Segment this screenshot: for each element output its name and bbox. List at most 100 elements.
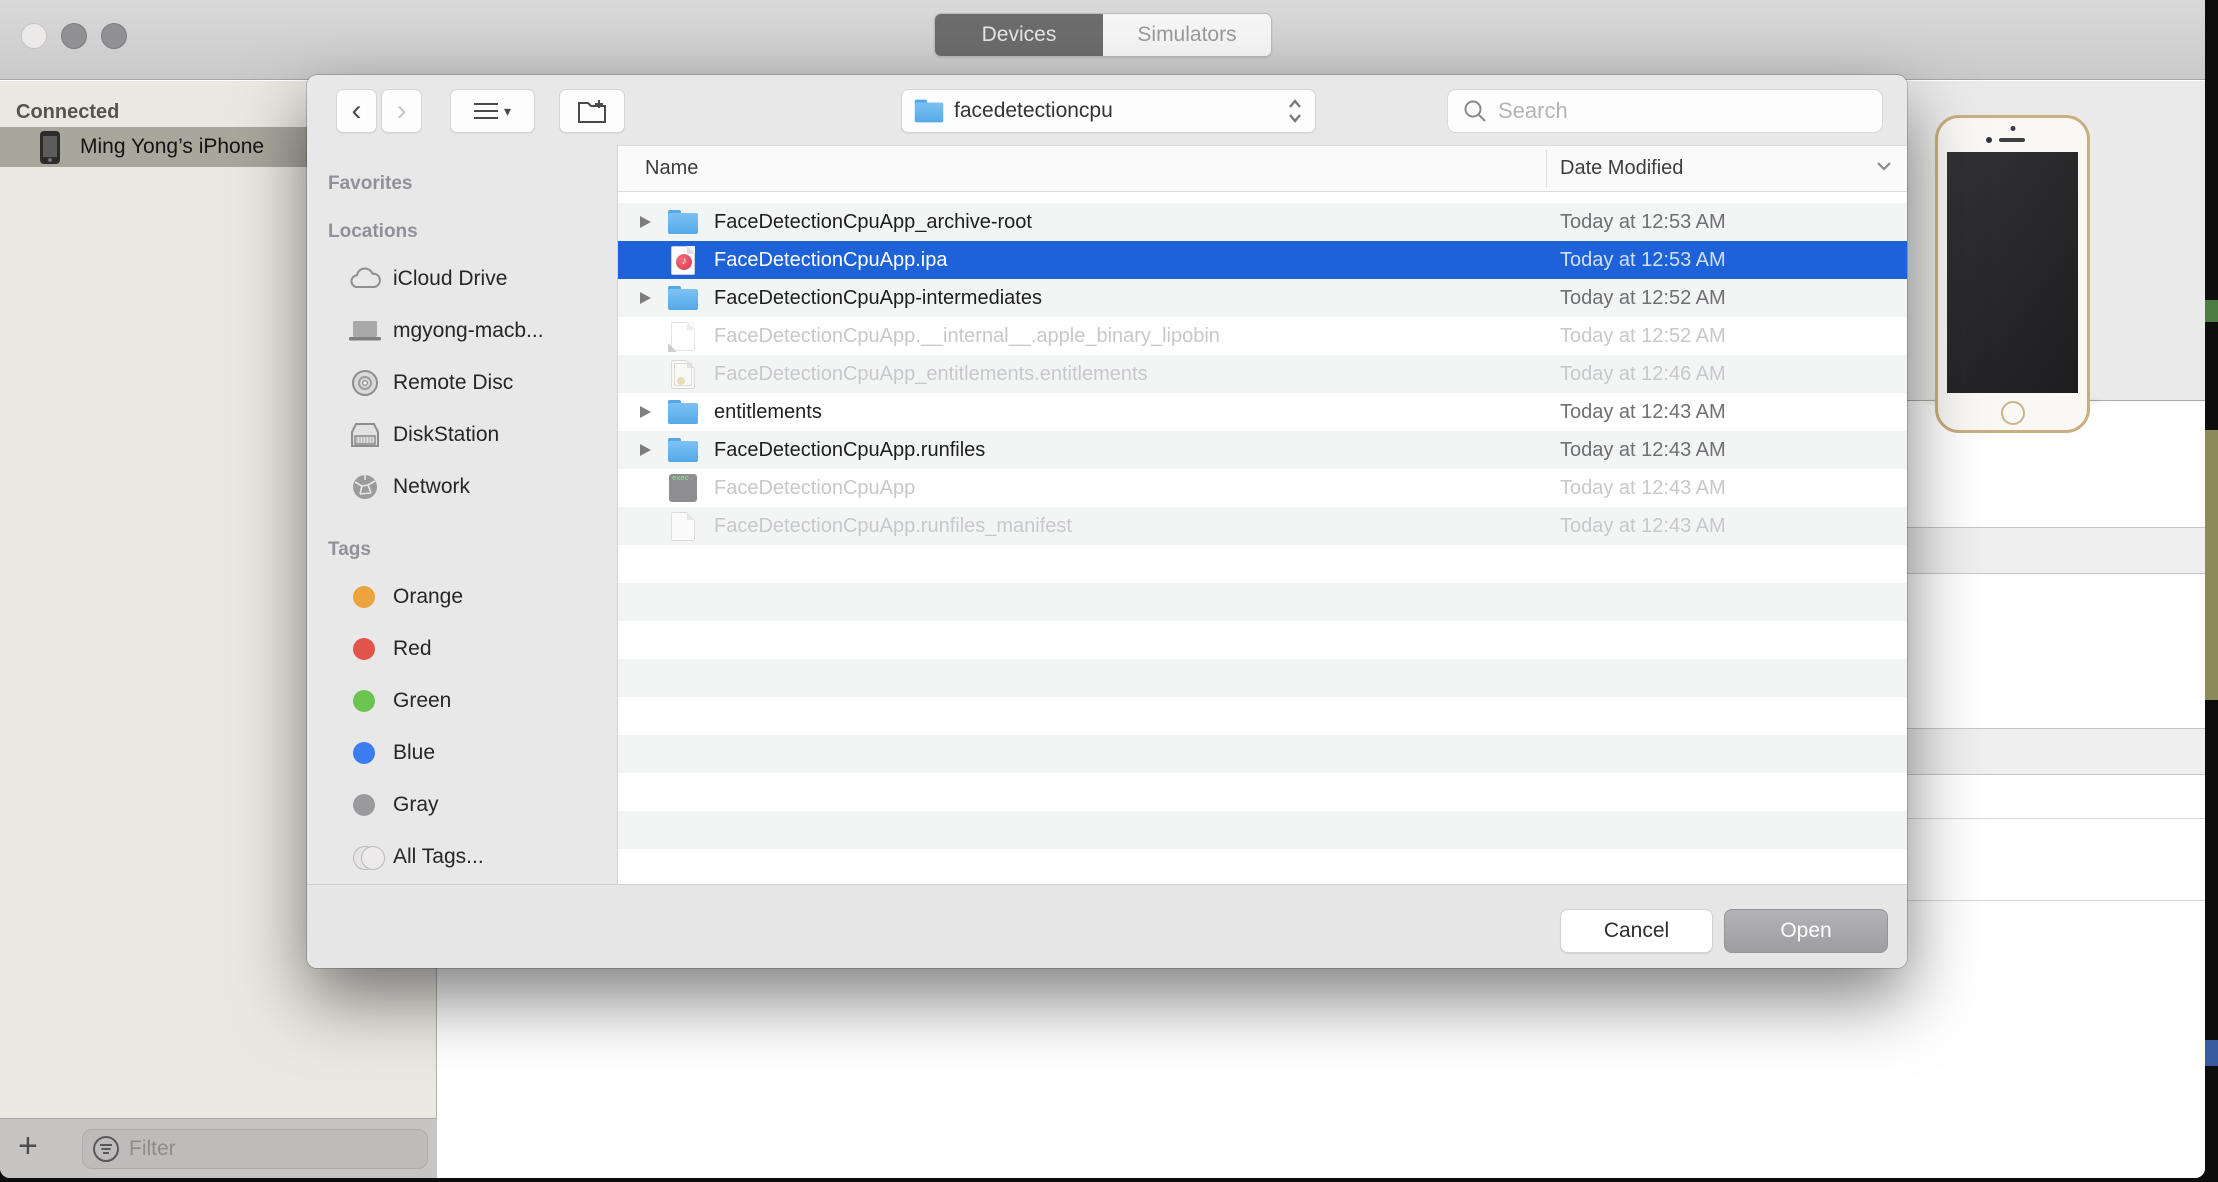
- chevron-right-icon: ›: [397, 96, 407, 126]
- file-name: FaceDetectionCpuApp: [714, 477, 915, 500]
- tab-devices[interactable]: Devices: [935, 14, 1103, 56]
- current-folder-dropdown[interactable]: facedetectioncpu: [901, 89, 1316, 133]
- file-date: Today at 12:43 AM: [1560, 401, 1726, 424]
- section-band: [1880, 728, 2205, 775]
- document-icon: [666, 511, 700, 541]
- filter-placeholder: Filter: [129, 1137, 176, 1161]
- disclosure-triangle-icon[interactable]: [640, 216, 651, 228]
- zoom-window-icon[interactable]: [101, 23, 127, 49]
- tag-label: Blue: [393, 741, 435, 765]
- folder-icon: [666, 207, 700, 237]
- locations-section-label: Locations: [328, 221, 617, 243]
- file-row-ipa-selected[interactable]: FaceDetectionCpuApp.ipa Today at 12:53 A…: [618, 241, 1907, 279]
- sidebar-tag-red[interactable]: Red: [307, 623, 617, 675]
- search-placeholder: Search: [1498, 98, 1568, 124]
- file-date: Today at 12:53 AM: [1560, 249, 1726, 272]
- sidebar-item-icloud-drive[interactable]: iCloud Drive: [307, 253, 617, 305]
- file-row-entitlements-folder[interactable]: entitlements Today at 12:43 AM: [618, 393, 1907, 431]
- sidebar-item-label: mgyong-macb...: [393, 319, 544, 343]
- chevron-left-icon: ‹: [352, 96, 362, 126]
- tag-label: Orange: [393, 585, 463, 609]
- binary-file-icon: [666, 321, 700, 351]
- list-header: Name Date Modified: [618, 145, 1907, 192]
- remote-disc-icon: [345, 366, 385, 400]
- tag-label: Gray: [393, 793, 439, 817]
- iphone-home-button: [2001, 401, 2025, 425]
- device-name-label: Ming Yong’s iPhone: [80, 127, 264, 167]
- current-folder-name: facedetectioncpu: [954, 99, 1113, 123]
- sidebar-item-network[interactable]: Network: [307, 461, 617, 513]
- sort-direction-icon[interactable]: [1875, 160, 1893, 172]
- sidebar-tag-green[interactable]: Green: [307, 675, 617, 727]
- file-row-runfiles-manifest: FaceDetectionCpuApp.runfiles_manifest To…: [618, 507, 1907, 545]
- file-date: Today at 12:43 AM: [1560, 439, 1726, 462]
- sidebar-item-label: Network: [393, 475, 470, 499]
- iphone-speaker: [1999, 138, 2025, 142]
- close-window-icon[interactable]: [21, 23, 47, 49]
- folder-icon: [915, 100, 944, 123]
- file-date: Today at 12:53 AM: [1560, 211, 1726, 234]
- sidebar-tag-blue[interactable]: Blue: [307, 727, 617, 779]
- minimize-window-icon[interactable]: [61, 23, 87, 49]
- disclosure-triangle-icon[interactable]: [640, 444, 651, 456]
- new-folder-button[interactable]: [559, 89, 625, 133]
- dialog-footer: Cancel Open: [307, 884, 1907, 968]
- sidebar-bottom-bar: + Filter: [0, 1118, 437, 1178]
- view-options-button[interactable]: ▾: [450, 89, 535, 133]
- file-date: Today at 12:43 AM: [1560, 477, 1726, 500]
- list-view-icon: [474, 98, 498, 124]
- diskstation-icon: [345, 418, 385, 452]
- filter-input[interactable]: Filter: [82, 1129, 428, 1169]
- column-header-date-modified[interactable]: Date Modified: [1560, 146, 1683, 191]
- sidebar-tag-gray[interactable]: Gray: [307, 779, 617, 831]
- red-tag-icon: [353, 638, 375, 660]
- tag-label: Green: [393, 689, 451, 713]
- sidebar-item-diskstation[interactable]: DiskStation: [307, 409, 617, 461]
- sidebar-all-tags[interactable]: All Tags...: [307, 831, 617, 883]
- devices-window: Devices Simulators Connected Ming Yong’s…: [0, 0, 2205, 1178]
- unix-executable-icon: [666, 473, 700, 503]
- forward-button[interactable]: ›: [381, 89, 422, 133]
- cancel-button[interactable]: Cancel: [1560, 909, 1713, 953]
- sidebar-tag-orange[interactable]: Orange: [307, 571, 617, 623]
- tab-simulators[interactable]: Simulators: [1103, 14, 1271, 56]
- sidebar-item-label: DiskStation: [393, 423, 499, 447]
- file-row-lipobin: FaceDetectionCpuApp.__internal__.apple_b…: [618, 317, 1907, 355]
- dialog-toolbar: ‹ › ▾ facedetectioncpu: [307, 75, 1907, 145]
- green-tag-icon: [353, 690, 375, 712]
- file-name: FaceDetectionCpuApp-intermediates: [714, 287, 1042, 310]
- title-bar[interactable]: Devices Simulators: [0, 0, 2205, 80]
- file-name: entitlements: [714, 401, 822, 424]
- network-globe-icon: [345, 470, 385, 504]
- sidebar-item-remote-disc[interactable]: Remote Disc: [307, 357, 617, 409]
- gray-tag-icon: [353, 794, 375, 816]
- laptop-icon: [345, 314, 385, 348]
- empty-row: [618, 811, 1907, 849]
- column-header-name[interactable]: Name: [645, 146, 698, 191]
- folder-icon: [666, 283, 700, 313]
- disclosure-triangle-icon[interactable]: [640, 406, 651, 418]
- file-row-runfiles-folder[interactable]: FaceDetectionCpuApp.runfiles Today at 12…: [618, 431, 1907, 469]
- file-row-archive-root[interactable]: FaceDetectionCpuApp_archive-root Today a…: [618, 203, 1907, 241]
- all-tags-icon: [353, 846, 383, 868]
- file-row-intermediates[interactable]: FaceDetectionCpuApp-intermediates Today …: [618, 279, 1907, 317]
- open-button[interactable]: Open: [1724, 909, 1888, 953]
- empty-row: [618, 773, 1907, 811]
- column-divider[interactable]: [1546, 150, 1547, 188]
- search-input[interactable]: Search: [1447, 89, 1883, 133]
- iphone-camera-dot: [2010, 126, 2015, 131]
- section-band: [1880, 527, 2205, 574]
- connected-section-label: Connected: [16, 101, 119, 124]
- iphone-screen: [1947, 152, 2078, 393]
- file-date: Today at 12:52 AM: [1560, 325, 1726, 348]
- sidebar-item-mgyong-macbook[interactable]: mgyong-macb...: [307, 305, 617, 357]
- back-button[interactable]: ‹: [336, 89, 377, 133]
- disclosure-triangle-icon[interactable]: [640, 292, 651, 304]
- empty-row: [618, 735, 1907, 773]
- orange-tag-icon: [353, 586, 375, 608]
- folder-icon: [666, 397, 700, 427]
- tag-label: All Tags...: [393, 845, 484, 869]
- add-device-button[interactable]: +: [18, 1127, 38, 1166]
- sidebar-item-label: Remote Disc: [393, 371, 513, 395]
- empty-row: [618, 697, 1907, 735]
